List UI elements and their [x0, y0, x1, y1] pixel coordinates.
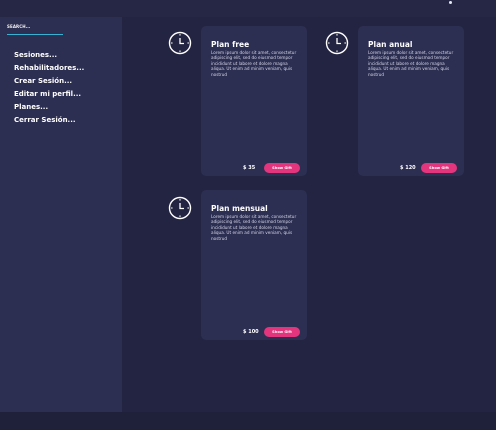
plan-card: Plan anual Lorem ipsum dolor sit amet, c… — [358, 26, 464, 176]
sidebar: SEARCH... Sesiones... Rehabilitadores...… — [0, 17, 122, 412]
plan-description: Lorem ipsum dolor sit amet, consectetur … — [211, 214, 297, 241]
clock-icon — [168, 31, 192, 55]
show-gift-button[interactable]: Show Gift — [264, 327, 300, 337]
sidebar-menu: Sesiones... Rehabilitadores... Crear Ses… — [14, 52, 84, 130]
top-bar — [0, 0, 496, 17]
sidebar-item-rehabilitadores[interactable]: Rehabilitadores... — [14, 65, 84, 72]
plan-description: Lorem ipsum dolor sit amet, consectetur … — [211, 50, 297, 77]
plan-price: $ 35 — [243, 165, 256, 171]
show-gift-button[interactable]: Show Gift — [421, 163, 457, 173]
search-input[interactable]: SEARCH... — [7, 25, 63, 35]
sidebar-item-sesiones[interactable]: Sesiones... — [14, 52, 84, 59]
clock-icon — [325, 31, 349, 55]
show-gift-button[interactable]: Show Gift — [264, 163, 300, 173]
plan-card: Plan mensual Lorem ipsum dolor sit amet,… — [201, 190, 307, 340]
sidebar-item-cerrar-sesion[interactable]: Cerrar Sesión... — [14, 117, 84, 124]
sidebar-item-editar-perfil[interactable]: Editar mi perfil... — [14, 91, 84, 98]
plan-title: Plan free — [211, 40, 250, 49]
plan-description: Lorem ipsum dolor sit amet, consectetur … — [368, 50, 454, 77]
plan-price: $ 100 — [243, 329, 259, 335]
sidebar-item-crear-sesion[interactable]: Crear Sesión... — [14, 78, 84, 85]
plan-card: Plan free Lorem ipsum dolor sit amet, co… — [201, 26, 307, 176]
sidebar-item-planes[interactable]: Planes... — [14, 104, 84, 111]
clock-icon — [168, 196, 192, 220]
dot-icon — [449, 1, 452, 4]
plan-title: Plan mensual — [211, 204, 268, 213]
footer-strip — [0, 412, 496, 430]
plan-title: Plan anual — [368, 40, 413, 49]
plan-price: $ 120 — [400, 165, 416, 171]
